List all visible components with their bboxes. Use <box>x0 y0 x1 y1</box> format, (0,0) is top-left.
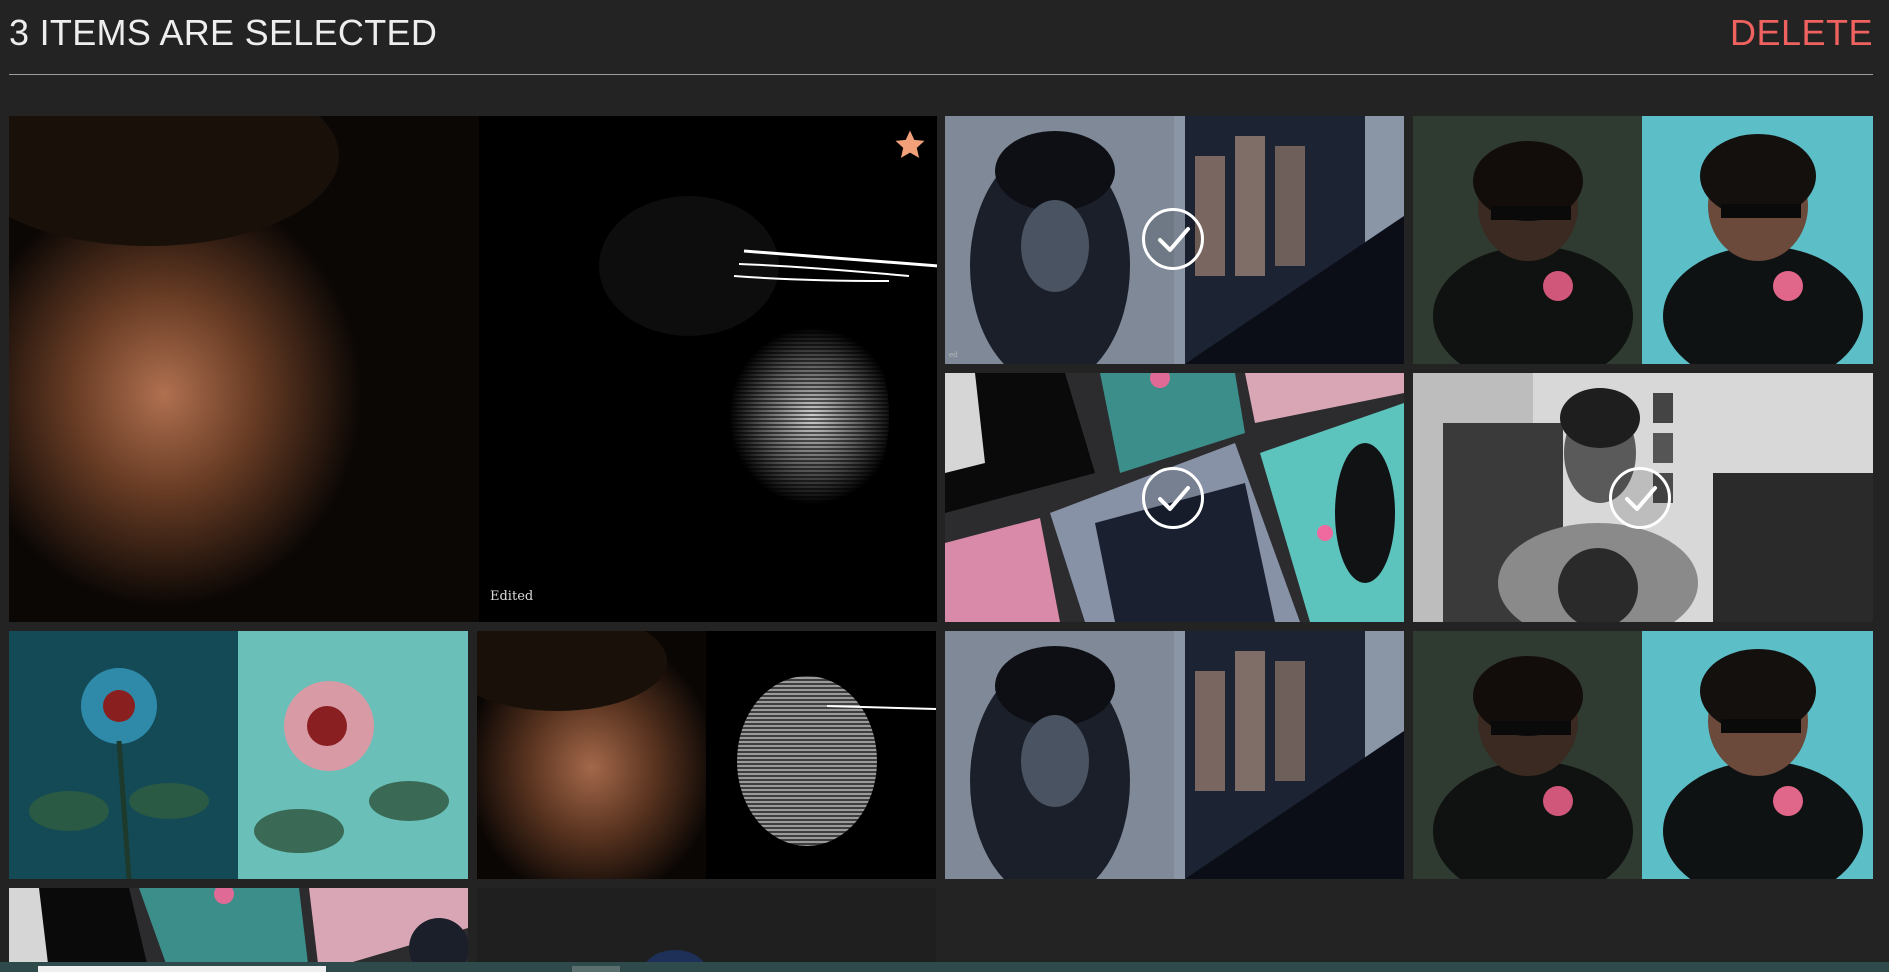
photo <box>9 631 468 879</box>
photo <box>477 631 936 879</box>
photo <box>9 888 468 972</box>
photo-tile[interactable] <box>9 631 468 879</box>
photo-tile[interactable] <box>945 373 1404 622</box>
check-circle-icon[interactable] <box>1142 208 1204 270</box>
delete-button[interactable]: DELETE <box>1730 12 1873 54</box>
selection-count-title: 3 ITEMS ARE SELECTED <box>9 12 438 53</box>
photo <box>1413 116 1873 364</box>
scroll-thumb[interactable] <box>38 966 326 972</box>
photo-watermark: ed <box>949 351 958 359</box>
photo-caption: Edited <box>490 589 534 604</box>
photo-tile[interactable] <box>1413 631 1873 879</box>
check-circle-icon[interactable] <box>1609 467 1671 529</box>
photo-tile[interactable] <box>945 631 1404 879</box>
bottom-scroll-strip <box>0 962 1889 972</box>
photo <box>477 888 936 972</box>
photo-tile[interactable]: ed <box>945 116 1404 364</box>
photo-tile[interactable] <box>1413 116 1873 364</box>
photo-tile[interactable] <box>9 888 468 972</box>
photo-tile[interactable] <box>477 888 936 972</box>
photo <box>1413 631 1873 879</box>
featured-photo-tile[interactable]: Edited <box>9 116 937 622</box>
featured-photo <box>9 116 937 622</box>
photo-tile[interactable] <box>477 631 936 879</box>
star-icon[interactable] <box>893 128 927 162</box>
scroll-marker <box>572 966 620 972</box>
photo <box>945 631 1404 879</box>
selection-header: 3 ITEMS ARE SELECTED DELETE <box>9 0 1873 75</box>
check-circle-icon[interactable] <box>1142 467 1204 529</box>
photo-tile[interactable] <box>1413 373 1873 622</box>
